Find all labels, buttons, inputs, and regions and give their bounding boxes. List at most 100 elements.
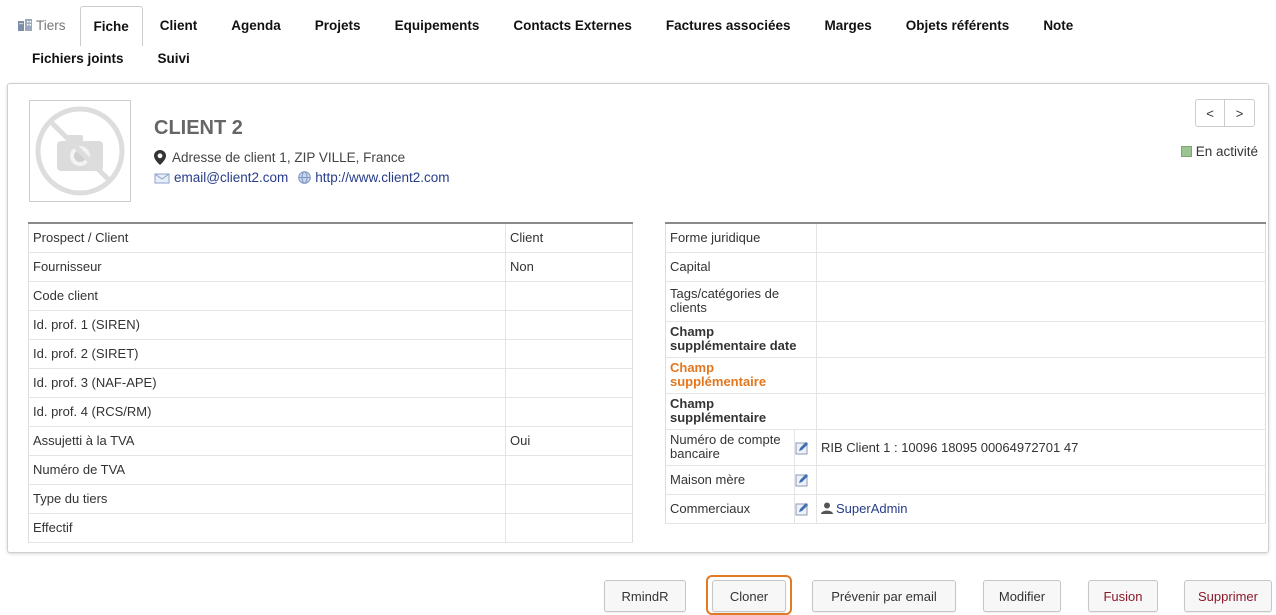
- extra-date-value: [816, 321, 1266, 358]
- contact-links: email@client2.com http://www.client2.com: [154, 170, 450, 185]
- row-label: Code client: [28, 281, 506, 311]
- previous-record-button[interactable]: <: [1195, 99, 1225, 127]
- sales-reps-label: Commerciaux: [665, 494, 795, 524]
- parent-company-label: Maison mère: [665, 465, 795, 495]
- no-photo-icon: [35, 106, 125, 196]
- bank-account-value: RIB Client 1 : 10096 18095 00064972701 4…: [816, 429, 1266, 466]
- tab-client[interactable]: Client: [143, 6, 215, 46]
- tab-row-2: Fichiers joints Suivi: [14, 46, 1264, 72]
- row-value: [505, 368, 633, 398]
- row-value: [505, 281, 633, 311]
- notify-by-email-button[interactable]: Prévenir par email: [812, 580, 956, 612]
- status-text: En activité: [1195, 144, 1258, 159]
- row-label: Fournisseur: [28, 252, 506, 282]
- status-square-icon: [1180, 146, 1192, 157]
- tab-agenda[interactable]: Agenda: [214, 6, 298, 46]
- sales-reps-edit-cell: [794, 494, 817, 524]
- row-value: Oui: [505, 426, 633, 456]
- clone-button[interactable]: Cloner: [712, 580, 786, 612]
- parent-company-value: [816, 465, 1266, 495]
- merge-button[interactable]: Fusion: [1088, 580, 1158, 612]
- row-label: Id. prof. 1 (SIREN): [28, 310, 506, 340]
- tab-marges[interactable]: Marges: [807, 6, 888, 46]
- row-value: Client: [505, 223, 633, 253]
- delete-button[interactable]: Supprimer: [1184, 580, 1272, 612]
- thirdparty-name: CLIENT 2: [154, 117, 243, 139]
- table-row: Champ supplémentaire: [665, 357, 1266, 394]
- address-text: Adresse de client 1, ZIP VILLE, France: [172, 150, 406, 165]
- table-row: Fournisseur Non: [28, 252, 633, 282]
- tab-note[interactable]: Note: [1026, 6, 1090, 46]
- email-link[interactable]: email@client2.com: [174, 170, 288, 185]
- tab-equipements[interactable]: Equipements: [378, 6, 497, 46]
- table-row: Commerciaux SuperAdmin: [665, 494, 1266, 524]
- capital-label: Capital: [665, 252, 817, 282]
- edit-icon[interactable]: [795, 473, 809, 487]
- right-info-table: Forme juridique Capital Tags/catégories …: [665, 222, 1266, 524]
- table-row: Forme juridique: [665, 223, 1266, 253]
- row-value: [505, 339, 633, 369]
- row-value: [505, 484, 633, 514]
- row-value: [505, 513, 633, 543]
- row-label: Id. prof. 3 (NAF-APE): [28, 368, 506, 398]
- table-row: Assujetti à la TVA Oui: [28, 426, 633, 456]
- table-row: Effectif: [28, 513, 633, 543]
- rmindr-button[interactable]: RmindR: [604, 580, 686, 612]
- edit-icon[interactable]: [795, 502, 809, 516]
- user-icon: [821, 502, 833, 514]
- row-label: Prospect / Client: [28, 223, 506, 253]
- globe-icon: [298, 171, 312, 184]
- tab-projets[interactable]: Projets: [298, 6, 378, 46]
- extra-date-label: Champ supplémentaire date: [665, 321, 817, 358]
- edit-icon[interactable]: [795, 441, 809, 455]
- table-row: Champ supplémentaire: [665, 393, 1266, 430]
- sales-rep-link[interactable]: SuperAdmin: [836, 501, 908, 516]
- row-label: Numéro de TVA: [28, 455, 506, 485]
- row-label: Effectif: [28, 513, 506, 543]
- tags-label: Tags/catégories de clients: [665, 281, 817, 322]
- parent-company-edit-cell: [794, 465, 817, 495]
- table-row: Champ supplémentaire date: [665, 321, 1266, 358]
- tab-contacts-externes[interactable]: Contacts Externes: [496, 6, 649, 46]
- tab-tiers[interactable]: Tiers: [14, 6, 80, 46]
- modify-button[interactable]: Modifier: [983, 580, 1061, 612]
- sales-reps-value: SuperAdmin: [816, 494, 1266, 524]
- row-value: [505, 397, 633, 427]
- table-row: Id. prof. 1 (SIREN): [28, 310, 633, 340]
- left-info-table: Prospect / Client Client Fournisseur Non C…: [28, 222, 633, 543]
- table-row: Prospect / Client Client: [28, 223, 633, 253]
- building-icon: [18, 19, 32, 31]
- next-record-button[interactable]: >: [1225, 99, 1255, 127]
- tab-suivi[interactable]: Suivi: [141, 46, 207, 72]
- table-row: Id. prof. 4 (RCS/RM): [28, 397, 633, 427]
- tab-factures-associees[interactable]: Factures associées: [649, 6, 808, 46]
- row-label: Id. prof. 2 (SIRET): [28, 339, 506, 369]
- tab-bar: Tiers Fiche Client Agenda Projets Equipe…: [14, 6, 1264, 72]
- forme-juridique-label: Forme juridique: [665, 223, 817, 253]
- bank-account-label: Numéro de compte bancaire: [665, 429, 795, 466]
- table-row: Numéro de TVA: [28, 455, 633, 485]
- row-label: Assujetti à la TVA: [28, 426, 506, 456]
- tab-fichiers-joints[interactable]: Fichiers joints: [14, 46, 141, 72]
- table-row: Id. prof. 2 (SIRET): [28, 339, 633, 369]
- tab-objets-referents[interactable]: Objets référents: [889, 6, 1027, 46]
- tab-row-1: Tiers Fiche Client Agenda Projets Equipe…: [14, 6, 1264, 46]
- email-icon: [154, 173, 170, 183]
- website-link[interactable]: http://www.client2.com: [315, 170, 449, 185]
- extra-field-highlighted-value: [816, 357, 1266, 394]
- map-marker-icon: [154, 150, 166, 165]
- row-label: Id. prof. 4 (RCS/RM): [28, 397, 506, 427]
- extra-field-highlighted-label: Champ supplémentaire: [665, 357, 817, 394]
- table-row: Type du tiers: [28, 484, 633, 514]
- company-photo-placeholder: [29, 100, 131, 202]
- tab-fiche[interactable]: Fiche: [79, 6, 143, 46]
- status-badge: En activité: [1180, 144, 1258, 159]
- extra-field-label: Champ supplémentaire: [665, 393, 817, 430]
- bank-account-edit-cell: [794, 429, 817, 466]
- capital-value: [816, 252, 1266, 282]
- forme-juridique-value: [816, 223, 1266, 253]
- table-row: Code client: [28, 281, 633, 311]
- row-value: [505, 310, 633, 340]
- table-row: Numéro de compte bancaire RIB Client 1 :…: [665, 429, 1266, 466]
- address-line: Adresse de client 1, ZIP VILLE, France: [154, 150, 405, 165]
